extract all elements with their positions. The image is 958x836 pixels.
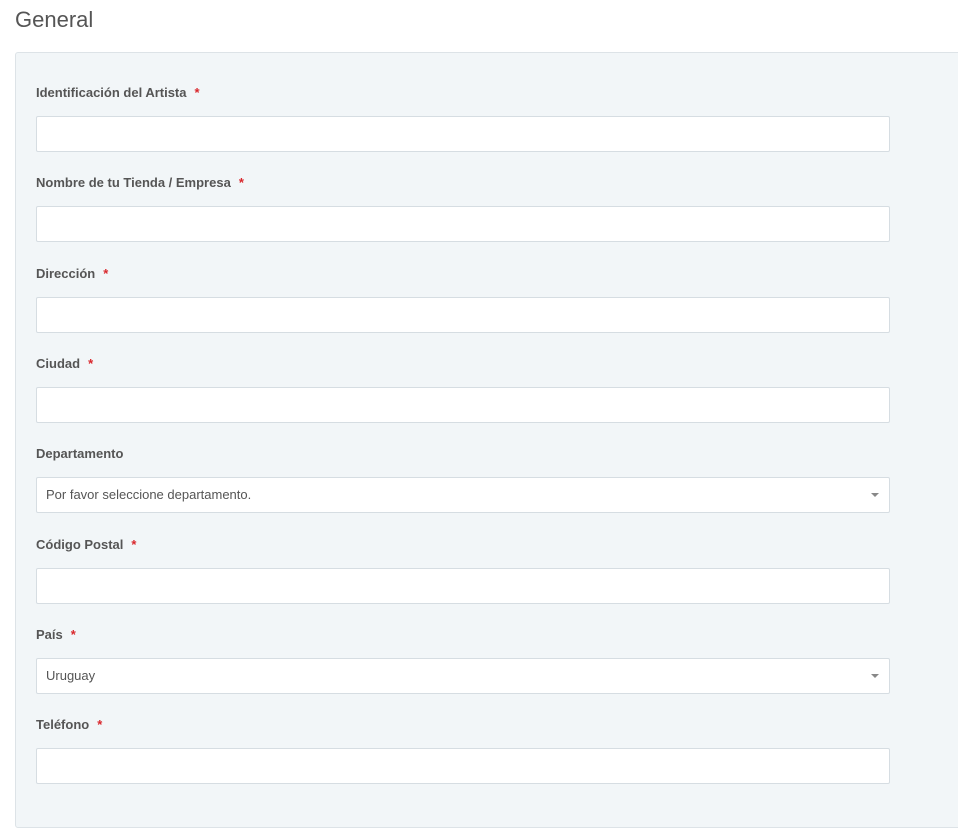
country-select[interactable]: Uruguay: [36, 658, 890, 694]
address-label: Dirección *: [36, 266, 109, 281]
phone-input[interactable]: [36, 748, 890, 784]
required-marker: *: [88, 356, 94, 371]
postal-code-label: Código Postal *: [36, 537, 137, 552]
field-postal-code: Código Postal *: [36, 536, 890, 604]
country-label: País *: [36, 627, 76, 642]
field-address: Dirección *: [36, 265, 890, 333]
city-input[interactable]: [36, 387, 890, 423]
store-name-input[interactable]: [36, 206, 890, 242]
field-city: Ciudad *: [36, 355, 890, 423]
general-form-panel: Identificación del Artista * Nombre de tu…: [15, 52, 958, 828]
artist-id-input[interactable]: [36, 116, 890, 152]
artist-id-label: Identificación del Artista *: [36, 85, 200, 100]
field-artist-id: Identificación del Artista *: [36, 84, 890, 152]
field-phone: Teléfono *: [36, 716, 890, 784]
department-label: Departamento: [36, 446, 124, 461]
required-marker: *: [194, 85, 200, 100]
field-store-name: Nombre de tu Tienda / Empresa *: [36, 174, 890, 242]
section-title: General: [15, 7, 94, 32]
required-marker: *: [238, 175, 244, 190]
phone-label: Teléfono *: [36, 717, 103, 732]
required-marker: *: [103, 266, 109, 281]
store-name-label: Nombre de tu Tienda / Empresa *: [36, 175, 244, 190]
required-marker: *: [131, 537, 137, 552]
department-selected-value: Por favor seleccione departamento.: [46, 487, 252, 502]
city-label: Ciudad *: [36, 356, 94, 371]
required-marker: *: [97, 717, 103, 732]
address-input[interactable]: [36, 297, 890, 333]
field-country: País * Uruguay: [36, 626, 890, 694]
caret-down-icon: [871, 493, 879, 497]
country-selected-value: Uruguay: [46, 668, 96, 683]
field-department: Departamento Por favor seleccione depart…: [36, 445, 890, 513]
caret-down-icon: [871, 674, 879, 678]
required-marker: *: [70, 627, 76, 642]
postal-code-input[interactable]: [36, 568, 890, 604]
department-select[interactable]: Por favor seleccione departamento.: [36, 477, 890, 513]
